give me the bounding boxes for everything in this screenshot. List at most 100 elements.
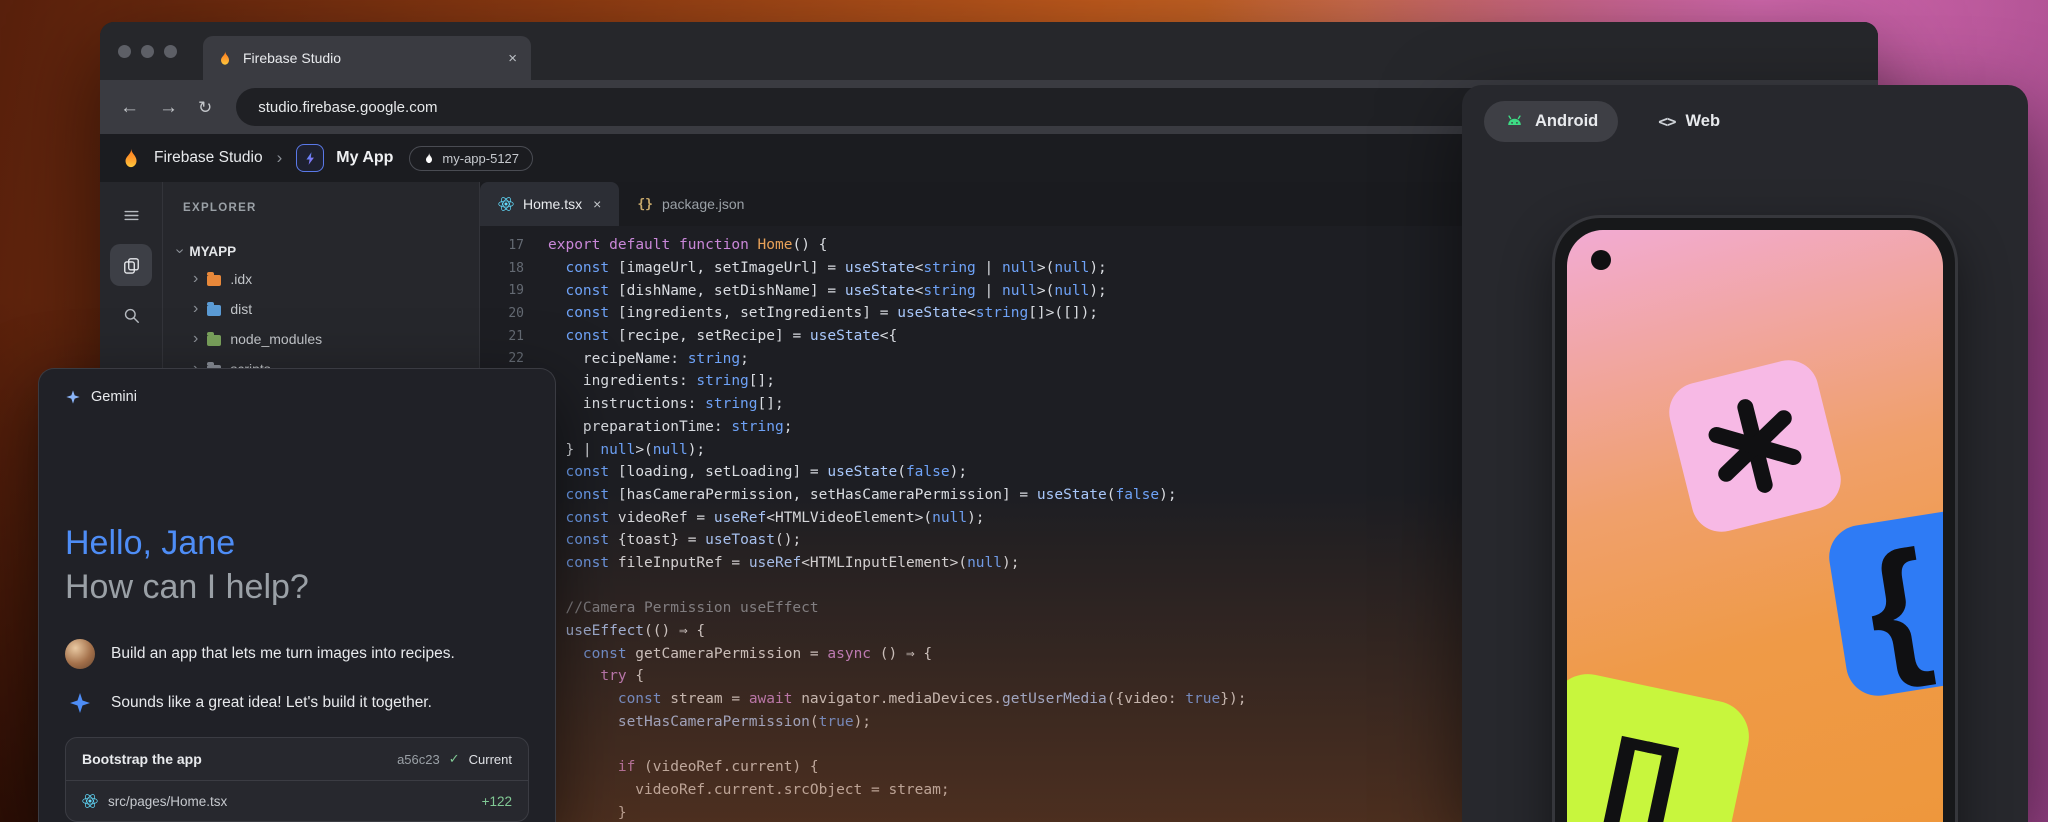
app-id-badge[interactable]: my-app-5127 [409,146,533,171]
shape-brace: { [1825,504,1943,701]
shape-asterisk [1663,354,1847,538]
react-icon [82,793,98,809]
search-button[interactable] [110,294,152,336]
browser-tab-title: Firebase Studio [243,50,341,66]
gemini-title: Gemini [91,389,137,405]
device-preview-panel: Android <> Web { [] [1462,85,2028,822]
gemini-header: Gemini [39,369,555,421]
shape-bracket: [] [1567,667,1756,822]
url-text: studio.firebase.google.com [258,99,437,116]
camera-punch-hole-icon [1591,250,1611,270]
braces-icon: {} [637,197,653,212]
search-icon [122,306,141,325]
chevron-right-icon: › [193,331,198,347]
brand-title: Firebase Studio [154,149,263,167]
explorer-root[interactable]: › MYAPP [163,238,479,264]
firebase-logo-icon [120,147,142,169]
back-button[interactable]: ← [120,98,139,117]
chevron-down-icon: › [172,248,188,253]
line-number: 19 [480,283,548,298]
code-text: const [hasCameraPermission, setHasCamera… [548,487,1177,503]
code-text: const videoRef = useRef<HTMLVideoElement… [548,510,985,526]
phone-screen[interactable]: { [] [1567,230,1943,822]
changed-file-row[interactable]: src/pages/Home.tsx +122 [66,780,528,821]
reload-button[interactable]: ↻ [198,99,212,116]
code-text: } | null>(null); [548,442,705,458]
code-text: recipeName: string; [548,351,749,367]
device-tab-label: Android [1535,112,1598,131]
code-text: const stream = await navigator.mediaDevi… [548,691,1246,707]
tab-close-icon[interactable]: × [508,50,517,67]
app-id-text: my-app-5127 [442,151,519,166]
code-text: //Camera Permission useEffect [548,600,819,616]
badge-flame-icon [423,152,435,164]
code-text: } [548,805,627,821]
code-text: const [loading, setLoading] = useState(f… [548,464,967,480]
gemini-message-user: Build an app that lets me turn images in… [65,639,529,669]
editor-tab-package.json[interactable]: {} package.json [619,182,762,226]
check-icon: ✓ [449,751,460,767]
code-text: setHasCameraPermission(true); [548,714,871,730]
react-icon [498,196,514,212]
app-name: My App [336,149,393,167]
user-avatar [65,639,95,669]
browser-tab-strip: Firebase Studio × [100,22,1878,80]
gemini-spark-icon [68,691,92,715]
explorer-item-label: .idx [230,271,252,287]
menu-button[interactable] [110,194,152,236]
window-controls[interactable] [118,45,177,58]
explorer-button[interactable] [110,244,152,286]
code-text: if (videoRef.current) { [548,759,819,775]
folder-icon [207,305,221,316]
editor-tab-label: package.json [662,196,745,212]
device-tab-bar: Android <> Web [1462,85,2028,158]
device-tab-android[interactable]: Android [1484,101,1618,142]
phone-mockup: { [] [1552,215,1958,822]
editor-tab-label: Home.tsx [523,196,582,212]
hamburger-icon [122,206,141,225]
line-number: 20 [480,306,548,321]
code-text: videoRef.current.srcObject = stream; [548,782,950,798]
explorer-title: EXPLORER [163,182,479,238]
explorer-item-label: node_modules [230,331,322,347]
code-text: const fileInputRef = useRef<HTMLInputEle… [548,555,1019,571]
code-icon: <> [1658,112,1675,131]
code-text: const [recipe, setRecipe] = useState<{ [548,328,897,344]
browser-tab[interactable]: Firebase Studio × [203,36,531,80]
diff-added-badge: +122 [482,794,512,809]
screenshot-canvas: Firebase Studio × ← → ↻ studio.firebase.… [0,0,2048,822]
code-text: preparationTime: string; [548,419,792,435]
gemini-greeting: Hello, Jane How can I help? [39,421,555,609]
copy-files-icon [122,256,141,275]
greeting-line1: Hello, Jane [65,521,529,565]
explorer-item-idx[interactable]: ›.idx [163,264,479,294]
device-tab-label: Web [1686,112,1721,131]
code-text: const {toast} = useToast(); [548,532,801,548]
explorer-item-dist[interactable]: › dist [163,294,479,324]
gemini-message-gemini: Sounds like a great idea! Let's build it… [65,691,529,715]
breadcrumb-separator: › [275,148,285,168]
changed-file-path: src/pages/Home.tsx [108,794,227,809]
asterisk-icon [1691,382,1819,510]
line-number: 18 [480,261,548,276]
line-number: 22 [480,351,548,366]
code-text: export default function Home() { [548,237,827,253]
message-text: Sounds like a great idea! Let's build it… [111,694,432,712]
explorer-item-label: dist [230,301,252,317]
device-tab-web[interactable]: <> Web [1642,102,1736,141]
code-text: ingredients: string[]; [548,373,775,389]
brace-glyph: { [1857,527,1938,684]
explorer-item-node_modules[interactable]: › node_modules [163,324,479,354]
code-text: instructions: string[]; [548,396,784,412]
tab-close-icon[interactable]: × [593,196,601,212]
folder-icon [207,335,221,346]
message-text: Build an app that lets me turn images in… [111,645,455,663]
editor-tab-home.tsx[interactable]: Home.tsx × [480,182,619,226]
task-card[interactable]: Bootstrap the app a56c23 ✓ Current src/p… [65,737,529,822]
root-folder-label: MYAPP [189,244,236,259]
gemini-messages: Build an app that lets me turn images in… [39,609,555,715]
code-text: useEffect(() ⇒ { [548,623,705,639]
forward-button[interactable]: → [159,98,178,117]
bracket-glyph: [] [1593,721,1680,822]
chevron-right-icon: › [193,301,198,317]
